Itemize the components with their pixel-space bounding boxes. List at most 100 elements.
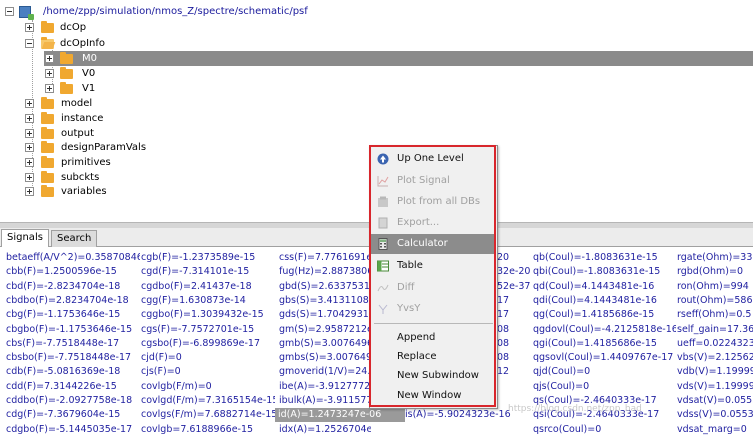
signal-item[interactable]: gmoverid(1/V)=24.5 bbox=[279, 365, 371, 379]
menu-item-diff[interactable]: Diff bbox=[371, 278, 496, 298]
expand-toggle-icon[interactable] bbox=[45, 54, 54, 63]
signal-item[interactable]: vdsat_marg=0 bbox=[677, 423, 753, 437]
signal-item[interactable]: qg(Coul)=1.4185686e-15 bbox=[533, 308, 676, 322]
signal-item[interactable]: covlgb(F/m)=0 bbox=[141, 380, 275, 394]
signal-item[interactable]: cdb(F)=-5.0816369e-18 bbox=[6, 365, 140, 379]
signal-item[interactable]: vbs(V)=2.12562 bbox=[677, 351, 753, 365]
menu-item-append[interactable]: Append bbox=[371, 328, 496, 348]
expand-toggle-icon[interactable] bbox=[25, 173, 34, 182]
signal-item[interactable]: qgi(Coul)=1.4185686e-15 bbox=[533, 337, 676, 351]
signal-item[interactable]: cggbo(F)=1.3039432e-15 bbox=[141, 308, 275, 322]
signal-item[interactable]: cjs(F)=0 bbox=[141, 365, 275, 379]
signal-item[interactable]: cjd(F)=0 bbox=[141, 351, 275, 365]
signal-item[interactable]: 12 bbox=[497, 365, 533, 379]
menu-item-plot-all-dbs[interactable]: Plot from all DBs bbox=[371, 192, 496, 212]
signal-item[interactable]: 08 bbox=[497, 351, 533, 365]
signal-item[interactable]: covlgs(F/m)=7.6882714e-15 bbox=[141, 408, 275, 422]
signal-item[interactable]: 17 bbox=[497, 294, 533, 308]
signal-item[interactable]: qgdovl(Coul)=-4.2125818e-16 bbox=[533, 323, 676, 337]
signal-item[interactable]: qgsovl(Coul)=1.4409767e-17 bbox=[533, 351, 676, 365]
signal-item[interactable]: 17 bbox=[497, 308, 533, 322]
signal-item[interactable]: cbd(F)=-2.8234704e-18 bbox=[6, 280, 140, 294]
signal-item[interactable]: 32e-20 bbox=[497, 265, 533, 279]
menu-item-plot-signal[interactable]: Plot Signal bbox=[371, 171, 496, 191]
collapse-toggle-icon[interactable] bbox=[25, 39, 34, 48]
signal-item[interactable]: cbs(F)=-7.7518448e-17 bbox=[6, 337, 140, 351]
signal-item[interactable]: rseff(Ohm)=0.5 bbox=[677, 308, 753, 322]
tab-search[interactable]: Search bbox=[51, 230, 98, 247]
signal-item[interactable]: cgsbo(F)=-6.899869e-17 bbox=[141, 337, 275, 351]
menu-item-export[interactable]: Export... bbox=[371, 213, 496, 233]
menu-item-calculator[interactable]: Calculator bbox=[371, 234, 496, 254]
expand-toggle-icon[interactable] bbox=[25, 129, 34, 138]
signal-item[interactable]: rgbd(Ohm)=0 bbox=[677, 265, 753, 279]
signal-item[interactable]: cgd(F)=-7.314101e-15 bbox=[141, 265, 275, 279]
collapse-toggle-icon[interactable] bbox=[5, 7, 14, 16]
signal-item[interactable]: ibe(A)=-3.9127772e bbox=[279, 380, 371, 394]
expand-toggle-icon[interactable] bbox=[25, 99, 34, 108]
signal-item[interactable]: ueff=0.0224323 bbox=[677, 337, 753, 351]
signal-item[interactable]: css(F)=7.7761691e- bbox=[279, 251, 371, 265]
signal-item[interactable]: covlgd(F/m)=7.3165154e-15 bbox=[141, 394, 275, 408]
signal-item[interactable]: cbdbo(F)=2.8234704e-18 bbox=[6, 294, 140, 308]
menu-item-table[interactable]: Table bbox=[371, 256, 496, 276]
menu-item-replace[interactable]: Replace bbox=[371, 347, 496, 367]
signal-item[interactable]: gbs(S)=3.4131108e- bbox=[279, 294, 371, 308]
signal-item[interactable]: 08 bbox=[497, 323, 533, 337]
signal-item[interactable]: idx(A)=1.2526704e- bbox=[279, 423, 371, 437]
signal-item[interactable]: self_gain=17.36 bbox=[677, 323, 753, 337]
signal-item[interactable]: qb(Coul)=-1.8083631e-15 bbox=[533, 251, 676, 265]
signal-item[interactable]: gds(S)=1.7042931e- bbox=[279, 308, 371, 322]
signal-item-selected[interactable]: id(A)=1.2473247e-06 bbox=[275, 408, 405, 423]
signal-item[interactable]: vdsat(V)=0.0553 bbox=[677, 394, 753, 408]
signal-item[interactable]: gmb(S)=3.0076496 bbox=[279, 337, 371, 351]
signal-item[interactable]: cdg(F)=-7.3679604e-15 bbox=[6, 408, 140, 422]
expand-toggle-icon[interactable] bbox=[25, 187, 34, 196]
signal-item[interactable]: qbi(Coul)=-1.8083631e-15 bbox=[533, 265, 676, 279]
signal-item[interactable]: cdgbo(F)=-5.1445035e-17 bbox=[6, 423, 140, 437]
menu-item-new-window[interactable]: New Window bbox=[371, 386, 496, 406]
expand-toggle-icon[interactable] bbox=[25, 114, 34, 123]
signal-item[interactable]: cbgbo(F)=-1.1753646e-15 bbox=[6, 323, 140, 337]
signal-item[interactable]: 08 bbox=[497, 337, 533, 351]
signal-item[interactable]: rout(Ohm)=586 bbox=[677, 294, 753, 308]
signal-item[interactable]: qjs(Coul)=0 bbox=[533, 380, 676, 394]
signal-item[interactable]: qd(Coul)=4.1443481e-16 bbox=[533, 280, 676, 294]
signal-item[interactable]: 20 bbox=[497, 251, 533, 265]
signal-item[interactable]: ron(Ohm)=994 bbox=[677, 280, 753, 294]
signal-item[interactable]: is(A)=-5.9024323e-16 bbox=[405, 408, 517, 422]
menu-item-new-subwindow[interactable]: New Subwindow bbox=[371, 366, 496, 386]
signal-item[interactable]: cbg(F)=-1.1753646e-15 bbox=[6, 308, 140, 322]
signal-item[interactable]: cgdbo(F)=2.41437e-18 bbox=[141, 280, 275, 294]
tree-item-m0[interactable]: M0 bbox=[44, 51, 753, 66]
expand-toggle-icon[interactable] bbox=[45, 84, 54, 93]
signal-item[interactable]: gm(S)=2.9587212e- bbox=[279, 323, 371, 337]
signal-item[interactable]: gbd(S)=2.6337531e bbox=[279, 280, 371, 294]
signal-item[interactable]: cgb(F)=-1.2373589e-15 bbox=[141, 251, 275, 265]
signal-item[interactable]: fug(Hz)=2.8873806e bbox=[279, 265, 371, 279]
expand-toggle-icon[interactable] bbox=[45, 69, 54, 78]
signal-item[interactable]: covlgb=7.6188966e-15 bbox=[141, 423, 275, 437]
signal-item[interactable]: cgs(F)=-7.7572701e-15 bbox=[141, 323, 275, 337]
signal-item[interactable]: cgg(F)=1.630873e-14 bbox=[141, 294, 275, 308]
signal-item[interactable]: qdi(Coul)=4.1443481e-16 bbox=[533, 294, 676, 308]
signal-item[interactable]: ibulk(A)=-3.9115772 bbox=[279, 394, 371, 408]
signal-item[interactable]: cddbo(F)=-2.0927758e-18 bbox=[6, 394, 140, 408]
signal-item[interactable]: rgate(Ohm)=33 bbox=[677, 251, 753, 265]
tab-signals[interactable]: Signals bbox=[1, 229, 49, 248]
signal-item[interactable]: gmbs(S)=3.0076496 bbox=[279, 351, 371, 365]
signal-item[interactable]: qsrco(Coul)=0 bbox=[533, 423, 676, 437]
signal-item[interactable]: 52e-37 bbox=[497, 280, 533, 294]
signal-item[interactable]: cdd(F)=7.3144226e-15 bbox=[6, 380, 140, 394]
signal-item[interactable]: vds(V)=1.19999 bbox=[677, 380, 753, 394]
menu-item-yvsy[interactable]: YvsY bbox=[371, 299, 496, 319]
signal-item[interactable]: cbb(F)=1.2500596e-15 bbox=[6, 265, 140, 279]
signal-item[interactable]: vdb(V)=1.19999 bbox=[677, 365, 753, 379]
menu-item-up-one-level[interactable]: Up One Level bbox=[371, 149, 496, 169]
expand-toggle-icon[interactable] bbox=[25, 158, 34, 167]
signal-item[interactable]: vdss(V)=0.0553 bbox=[677, 408, 753, 422]
expand-toggle-icon[interactable] bbox=[25, 23, 34, 32]
expand-toggle-icon[interactable] bbox=[25, 143, 34, 152]
signal-item[interactable]: cbsbo(F)=-7.7518448e-17 bbox=[6, 351, 140, 365]
signal-item[interactable]: betaeff(A/V^2)=0.35870846 bbox=[6, 251, 140, 265]
